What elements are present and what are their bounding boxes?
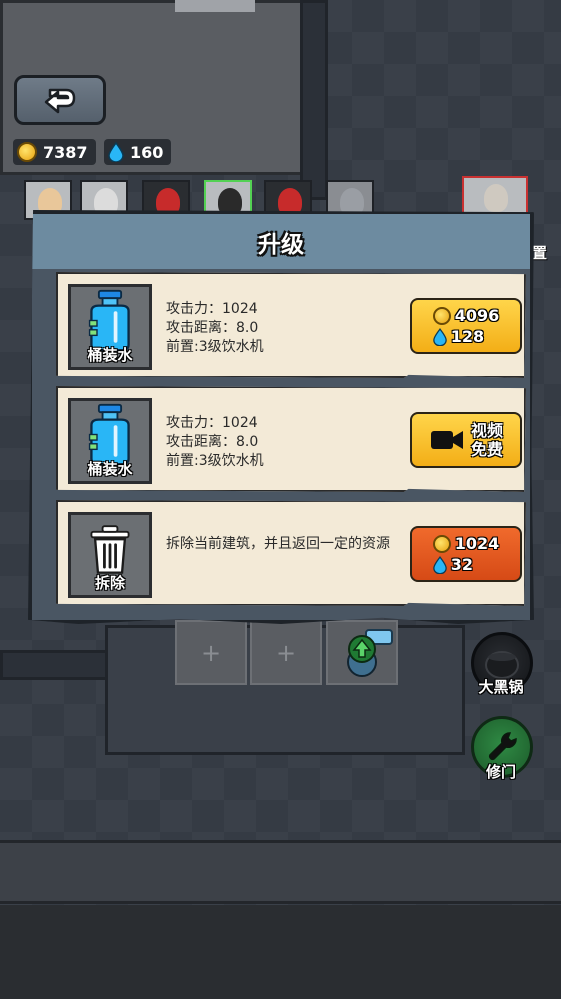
water-cost: 128 [432, 327, 500, 346]
plus-icon: + [200, 638, 222, 667]
item-card-water-bottle: 桶装水 [68, 398, 152, 484]
demolish-description: 拆除当前建筑，并且返回一定的资源 [166, 536, 390, 552]
upgrade-cost-button[interactable]: 4096 128 [410, 298, 522, 354]
gold-cost: 4096 [432, 306, 500, 325]
upgrade-dialog: 升级 桶装水 攻击力：1024 攻击距离：8.0 前置:3级饮水机 4096 1… [28, 210, 534, 624]
refund-list: 1024 32 [432, 534, 500, 574]
repair-door-label: 修门 [485, 763, 516, 781]
gold-counter: 7387 [13, 139, 96, 165]
wall-top-room-inner [175, 0, 255, 12]
side-label-partial: 置 [532, 244, 548, 262]
water-turret-icon [347, 629, 393, 677]
plus-icon: + [275, 638, 297, 667]
item-stats: 攻击力：1024 攻击距离：8.0 前置:3级饮水机 [166, 300, 264, 357]
corridor [0, 840, 561, 904]
cost-list: 4096 128 [432, 306, 500, 346]
gold-cost-value: 4096 [454, 306, 500, 325]
free-label: 免费 [470, 440, 503, 459]
return-arrow-icon [44, 88, 76, 114]
enemy-portrait[interactable] [462, 176, 528, 218]
video-camera-icon [430, 431, 463, 449]
stat-range: 攻击距离：8.0 [166, 320, 259, 336]
water-drop-icon [432, 555, 447, 574]
demolish-option-row: 拆除 拆除当前建筑，并且返回一定的资源 1024 32 [56, 500, 526, 606]
upgrade-option-row: 桶装水 攻击力：1024 攻击距离：8.0 前置:3级饮水机 视频 免费 [56, 386, 526, 492]
water-drop-icon [432, 327, 447, 346]
water-counter: 160 [104, 139, 172, 165]
water-refund-value: 32 [450, 555, 473, 574]
item-card-water-bottle: 桶装水 [68, 284, 152, 370]
stat-attack: 攻击力：1024 [166, 301, 258, 317]
water-amount: 160 [130, 142, 164, 162]
stat-prerequisite: 前置:3级饮水机 [166, 339, 264, 355]
wall-right-column [300, 0, 328, 200]
gold-coin-icon [17, 142, 37, 162]
video-label: 视频 [470, 421, 503, 440]
gold-amount: 7387 [43, 142, 88, 162]
item-stats: 攻击力：1024 攻击距离：8.0 前置:3级饮水机 [166, 414, 264, 471]
water-drop-icon [108, 142, 124, 162]
build-slot[interactable]: + [250, 620, 322, 685]
gold-coin-icon [432, 534, 451, 553]
gold-refund: 1024 [432, 534, 500, 553]
water-turret-tile[interactable] [326, 620, 398, 685]
item-name: 桶装水 [87, 460, 133, 478]
item-card-demolish: 拆除 [68, 512, 152, 598]
gold-refund-value: 1024 [454, 534, 500, 553]
video-free-label: 视频 免费 [471, 421, 503, 459]
item-name: 桶装水 [87, 346, 133, 364]
watch-video-button[interactable]: 视频 免费 [410, 412, 522, 468]
bottom-bar [0, 905, 561, 999]
dialog-header: 升级 [32, 214, 530, 269]
water-refund: 32 [432, 555, 500, 574]
gold-coin-icon [432, 306, 451, 325]
demolish-button[interactable]: 1024 32 [410, 526, 522, 582]
water-cost-value: 128 [450, 327, 485, 346]
item-name: 拆除 [94, 574, 125, 592]
stat-prerequisite: 前置:3级饮水机 [166, 453, 264, 469]
build-slot[interactable]: + [175, 620, 247, 685]
wall-left-lower [0, 650, 108, 680]
cauldron-label: 大黑锅 [478, 678, 524, 696]
stat-range: 攻击距离：8.0 [166, 434, 259, 450]
back-button[interactable] [14, 75, 106, 125]
dialog-title: 升级 [258, 231, 304, 258]
upgrade-option-row: 桶装水 攻击力：1024 攻击距离：8.0 前置:3级饮水机 4096 128 [56, 272, 526, 378]
stat-attack: 攻击力：1024 [166, 415, 258, 431]
